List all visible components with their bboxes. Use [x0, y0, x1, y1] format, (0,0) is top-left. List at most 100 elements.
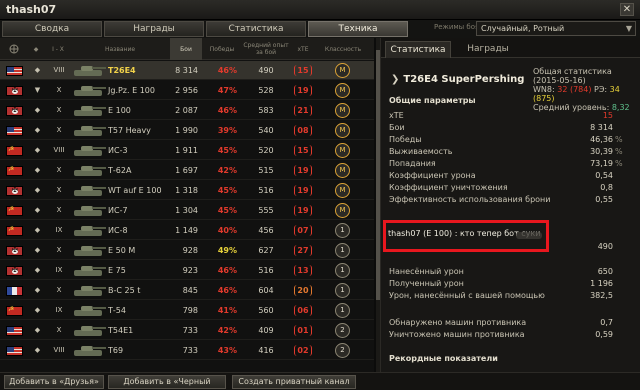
tank-name-cell: E 50 M	[108, 246, 136, 255]
stat-value: 0,59	[595, 330, 613, 339]
table-row[interactable]: ◆ X B-C 25 t 845 46% 604 20 1	[0, 281, 374, 300]
stat-value: 15	[602, 111, 613, 120]
table-row[interactable]: ◆ IX E 75 923 46% 516 13 1	[0, 261, 374, 280]
xte-value: 19	[294, 165, 312, 176]
tier-cell: X	[56, 326, 62, 334]
table-row[interactable]: ◆ VIII T69 733 43% 416 02 2	[0, 341, 374, 360]
bottom-bar: Добавить в «Друзья» Добавить в «Черный с…	[0, 372, 640, 390]
tab-vehicles[interactable]: Техника	[308, 21, 408, 37]
stat-unit: %	[615, 147, 623, 156]
mastery-badge-icon: 2	[335, 343, 350, 358]
flag-icon	[6, 205, 23, 216]
battle-mode-value: Случайный, Ротный	[481, 24, 565, 33]
vehicle-type-icon: ◆	[34, 166, 41, 174]
tier-header[interactable]: I - X	[46, 38, 70, 60]
xte-value: 15	[294, 65, 312, 76]
tank-icon	[72, 283, 106, 298]
table-row[interactable]: ◆ X T54E1 733 42% 409 01 2	[0, 321, 374, 340]
flag-icon	[6, 106, 23, 116]
stat-row: Выживаемость 30,39%	[389, 146, 627, 157]
close-button[interactable]: ✕	[620, 3, 634, 16]
avg-exp-cell: 520	[258, 146, 274, 155]
tab-statistics[interactable]: Статистика	[206, 21, 306, 37]
tank-name-cell: T26E4	[108, 66, 136, 75]
avg-exp-cell: 456	[258, 226, 274, 235]
vehicle-type-icon: ◆	[34, 206, 41, 214]
stat-row: Коэффициент уничтожения 0,8	[389, 182, 627, 193]
table-row[interactable]: ◆ X Т-62А 1 697 42% 515 19 M	[0, 161, 374, 180]
wins-header[interactable]: Победы	[202, 38, 242, 60]
nation-sort-icon[interactable]	[2, 38, 26, 60]
battles-cell: 1 149	[175, 226, 198, 235]
avg-exp-header[interactable]: Средний опыт за бой	[242, 38, 290, 60]
stat-value: 0,55	[595, 195, 613, 204]
tank-icon	[72, 223, 106, 238]
tank-title: ❯ T26E4 SuperPershing	[391, 74, 524, 85]
table-row[interactable]: ◆ VIII T26E4 8 314 46% 490 15 M	[0, 61, 374, 80]
wins-cell: 45%	[217, 206, 237, 215]
panel-tabs: Статистика Награды	[381, 38, 640, 58]
stat-row: Попадания 73,19%	[389, 158, 627, 169]
tank-name-cell: Jg.Pz. E 100	[108, 86, 155, 95]
mastery-header[interactable]: Классность	[318, 38, 368, 60]
add-friend-button[interactable]: Добавить в «Друзья»	[4, 375, 104, 389]
tab-summary[interactable]: Сводка	[2, 21, 102, 37]
table-row[interactable]: ◆ X ИС-7 1 304 45% 555 19 M	[0, 201, 374, 220]
add-blacklist-button[interactable]: Добавить в «Черный список»	[108, 375, 226, 390]
tier-cell: X	[56, 126, 62, 134]
flag-icon	[6, 165, 23, 176]
table-row[interactable]: ◆ X E 50 M 928 49% 627 27 1	[0, 241, 374, 260]
general-stats: Общая статистика (2015-05-16) WN8: 32 (7…	[533, 67, 640, 112]
battles-cell: 2 956	[175, 86, 198, 95]
window-title: thash07	[6, 3, 57, 16]
type-sort-icon[interactable]: ◆	[26, 38, 46, 60]
avg-exp-cell: 583	[258, 106, 274, 115]
battles-cell: 8 314	[175, 66, 198, 75]
xte-cell: 27	[291, 241, 315, 260]
xte-value: 19	[294, 85, 312, 96]
chevron-down-icon: ▼	[625, 24, 632, 33]
name-header[interactable]: Название	[70, 38, 170, 60]
table-row[interactable]: ◆ VIII ИС-3 1 911 45% 520 15 M	[0, 141, 374, 160]
tank-name-cell: E 100	[108, 106, 131, 115]
stat-row: Коэффициент урона 0,54	[389, 170, 627, 181]
vehicle-type-icon: ◆	[34, 186, 41, 194]
table-row[interactable]: ◆ X T57 Heavy 1 990 39% 540 08 M	[0, 121, 374, 140]
battles-cell: 1 697	[175, 166, 198, 175]
panel-tab-awards[interactable]: Награды	[455, 41, 521, 58]
vehicle-type-icon: ▼	[34, 86, 41, 94]
panel-tab-statistics[interactable]: Статистика	[385, 41, 451, 58]
tank-icon	[72, 63, 106, 78]
table-row[interactable]: ◆ IX Т-54 798 41% 560 06 1	[0, 301, 374, 320]
tank-icon	[72, 103, 106, 118]
general-stats-label: Общая статистика (2015-05-16)	[533, 67, 612, 85]
xte-value: 19	[294, 185, 312, 196]
avg-exp-cell: 540	[258, 126, 274, 135]
xte-cell: 13	[291, 261, 315, 280]
table-row[interactable]: ◆ X WT auf E 100 1 318 45% 516 19 M	[0, 181, 374, 200]
vehicle-type-icon: ◆	[34, 306, 41, 314]
stat-label: xTE	[389, 111, 404, 120]
stat-value: 0,7	[600, 318, 613, 327]
tank-name-cell: B-C 25 t	[108, 286, 141, 295]
tier-cell: IX	[55, 266, 63, 274]
battle-mode-select[interactable]: Случайный, Ротный ▼	[476, 21, 636, 36]
table-row[interactable]: ◆ X E 100 2 087 46% 583 21 M	[0, 101, 374, 120]
vehicle-type-icon: ◆	[34, 126, 41, 134]
table-row[interactable]: ▼ X Jg.Pz. E 100 2 956 47% 528 19 M	[0, 81, 374, 100]
stat-row: Победы 46,36%	[389, 134, 627, 145]
xte-cell: 21	[291, 101, 315, 120]
vehicle-type-icon: ◆	[34, 266, 41, 274]
wins-cell: 46%	[217, 286, 237, 295]
xte-header[interactable]: xTE	[290, 38, 316, 60]
flag-icon	[6, 225, 23, 236]
tier-cell: X	[56, 166, 62, 174]
create-channel-button[interactable]: Создать приватный канал	[232, 375, 356, 389]
tab-awards[interactable]: Награды	[104, 21, 204, 37]
obscured-text	[516, 232, 542, 239]
mastery-badge-icon: 1	[335, 303, 350, 318]
table-row[interactable]: ◆ IX ИС-8 1 149 40% 456 07 1	[0, 221, 374, 240]
battles-header[interactable]: Бои	[170, 38, 202, 60]
stat-row: Уничтожено машин противника 0,59	[389, 329, 627, 340]
stat-value: 382,5	[590, 291, 613, 300]
